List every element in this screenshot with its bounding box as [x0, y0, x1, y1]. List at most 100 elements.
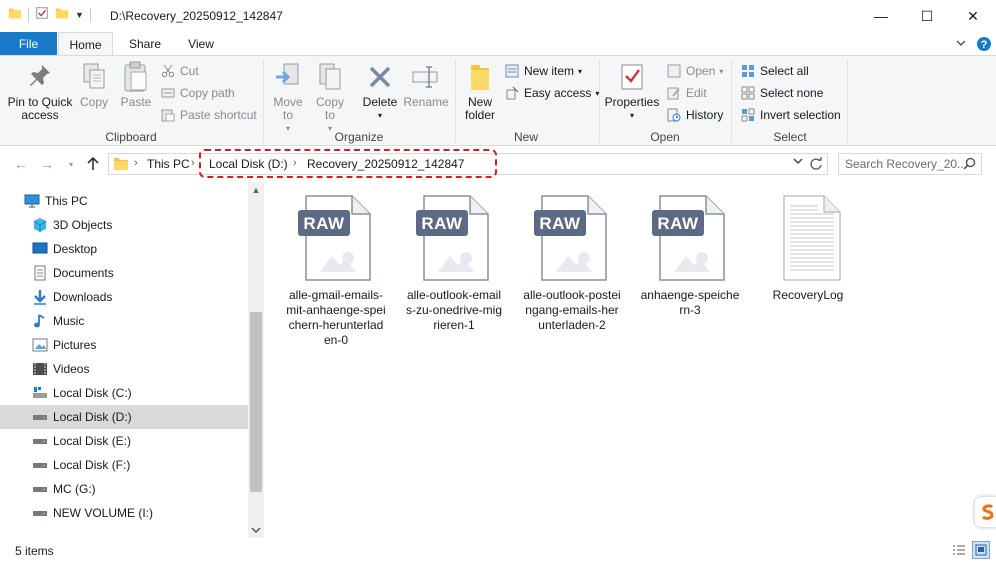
select-all-button[interactable]: Select all [740, 63, 809, 79]
tab-view[interactable]: View [176, 32, 226, 56]
address-dropdown-chevron-icon[interactable] [793, 157, 803, 168]
breadcrumb-separator: › [191, 157, 195, 169]
raw-file-icon: RAW [414, 194, 494, 282]
drive-icon [32, 481, 48, 497]
edit-button[interactable]: Edit [666, 85, 707, 101]
drive-icon [32, 457, 48, 473]
search-input[interactable]: Search Recovery_20... [838, 153, 982, 175]
clipboard-group-label: Clipboard [105, 130, 157, 144]
invert-selection-button[interactable]: Invert selection [740, 107, 841, 123]
tab-home[interactable]: Home [58, 32, 113, 56]
raw-file-icon: RAW [532, 194, 612, 282]
close-button[interactable]: ✕ [950, 0, 996, 32]
easy-access-button[interactable]: Easy access ▾ [504, 85, 599, 101]
delete-x-icon [364, 60, 396, 94]
nav-item-local-disk-f[interactable]: Local Disk (F:) [0, 453, 248, 477]
nav-item-music[interactable]: Music [0, 309, 248, 333]
navigation-pane: This PC 3D Objects Desktop Documents Dow… [0, 182, 264, 538]
nav-item-label: Local Disk (E:) [53, 434, 132, 448]
text-document-icon [768, 194, 848, 282]
nav-item-local-disk-c[interactable]: Local Disk (C:) [0, 381, 248, 405]
minimize-button[interactable]: — [858, 0, 904, 32]
details-view-icon[interactable] [950, 541, 968, 559]
back-arrow-icon[interactable]: ← [12, 155, 30, 173]
file-item[interactable]: RAW alle-outlook-posteingang-emails-heru… [522, 194, 622, 333]
copy-path-button[interactable]: Copy path [160, 85, 235, 101]
paste-shortcut-icon [160, 107, 176, 123]
select-none-button[interactable]: Select none [740, 85, 823, 101]
open-icon [666, 63, 682, 79]
nav-item-local-disk-d[interactable]: Local Disk (D:) [0, 405, 248, 429]
nav-item-local-disk-e[interactable]: Local Disk (E:) [0, 429, 248, 453]
file-item[interactable]: RecoveryLog [758, 194, 858, 303]
help-icon[interactable]: ? [976, 36, 992, 52]
scissors-icon [160, 63, 176, 79]
drive-icon [32, 433, 48, 449]
title-bar: ▼ D:\Recovery_20250912_142847 — ☐ ✕ [0, 0, 996, 32]
pin-icon [24, 60, 56, 94]
copy-to-button[interactable]: Copy to ▾ [312, 60, 348, 135]
nav-item-desktop[interactable]: Desktop [0, 237, 248, 261]
new-folder-button[interactable]: New folder [460, 60, 500, 122]
raw-badge: RAW [657, 214, 699, 233]
file-name: alle-outlook-posteingang-emails-herunter… [523, 288, 621, 332]
file-item[interactable]: RAW alle-outlook-emails-zu-onedrive-migr… [404, 194, 504, 333]
nav-item-mc-g[interactable]: MC (G:) [0, 477, 248, 501]
scroll-up-icon[interactable]: ▲ [248, 182, 264, 198]
folder-icon [8, 6, 22, 23]
up-arrow-icon[interactable] [84, 155, 102, 173]
recent-locations-chevron-icon[interactable]: ▾ [62, 155, 80, 173]
nav-item-videos[interactable]: Videos [0, 357, 248, 381]
move-to-icon [272, 60, 304, 94]
history-button[interactable]: History [666, 107, 723, 123]
file-item[interactable]: RAW alle-gmail-emails-mit-anhaenge-speic… [286, 194, 386, 348]
copy-button[interactable]: Copy [76, 60, 112, 109]
breadcrumb-this-pc[interactable]: This PC [147, 157, 190, 171]
delete-button[interactable]: Delete ▾ [360, 60, 400, 122]
file-item[interactable]: RAW anhaenge-speichern-3 [640, 194, 740, 318]
nav-item-new-volume-i[interactable]: NEW VOLUME (I:) [0, 501, 248, 525]
customize-dropdown-icon[interactable]: ▼ [75, 10, 84, 20]
open-group: Properties ▾ Open ▾ Edit History Open [600, 56, 730, 146]
nav-item-pictures[interactable]: Pictures [0, 333, 248, 357]
new-group-label: New [513, 130, 538, 144]
tab-share[interactable]: Share [118, 32, 172, 56]
chevron-down-icon[interactable] [954, 36, 968, 50]
nav-item-documents[interactable]: Documents [0, 261, 248, 285]
floating-app-badge-icon[interactable] [975, 497, 996, 527]
cut-button[interactable]: Cut [160, 63, 199, 79]
highlight-annotation [199, 149, 497, 178]
nav-item-3d-objects[interactable]: 3D Objects [0, 213, 248, 237]
refresh-icon[interactable] [809, 157, 823, 174]
open-button[interactable]: Open ▾ [666, 63, 723, 79]
paste-button[interactable]: Paste [116, 60, 156, 109]
tab-file[interactable]: File [0, 32, 57, 56]
ribbon: Pin to Quick access Copy Paste Cut Copy … [0, 55, 996, 146]
scroll-down-icon[interactable] [248, 522, 264, 538]
nav-item-downloads[interactable]: Downloads [0, 285, 248, 309]
easy-access-icon [504, 85, 520, 101]
move-to-button[interactable]: Move to ▾ [270, 60, 306, 135]
divider [89, 7, 91, 22]
invert-selection-label: Invert selection [760, 108, 841, 122]
nav-scrollbar[interactable]: ▲ [248, 182, 264, 538]
search-icon[interactable] [963, 157, 976, 173]
properties-button[interactable]: Properties ▾ [604, 60, 660, 122]
scroll-thumb[interactable] [250, 312, 262, 492]
file-name: alle-gmail-emails-mit-anhaenge-speichern… [286, 288, 386, 347]
rename-button[interactable]: Rename [403, 60, 449, 109]
invert-selection-icon [740, 107, 756, 123]
rename-label: Rename [403, 95, 449, 109]
move-to-label-2: to [282, 108, 293, 122]
properties-check-icon[interactable] [35, 6, 49, 23]
nav-item-this-pc[interactable]: This PC [0, 189, 248, 213]
pin-to-quick-access-button[interactable]: Pin to Quick access [6, 60, 74, 122]
new-folder-icon[interactable] [55, 6, 69, 23]
paste-shortcut-button[interactable]: Paste shortcut [160, 107, 257, 123]
maximize-button[interactable]: ☐ [904, 0, 950, 32]
forward-arrow-icon[interactable]: → [38, 155, 56, 173]
select-group-label: Select [773, 130, 807, 144]
new-item-button[interactable]: New item ▾ [504, 63, 582, 79]
large-icons-view-icon[interactable] [972, 541, 990, 559]
item-count: 5 items [15, 544, 54, 558]
